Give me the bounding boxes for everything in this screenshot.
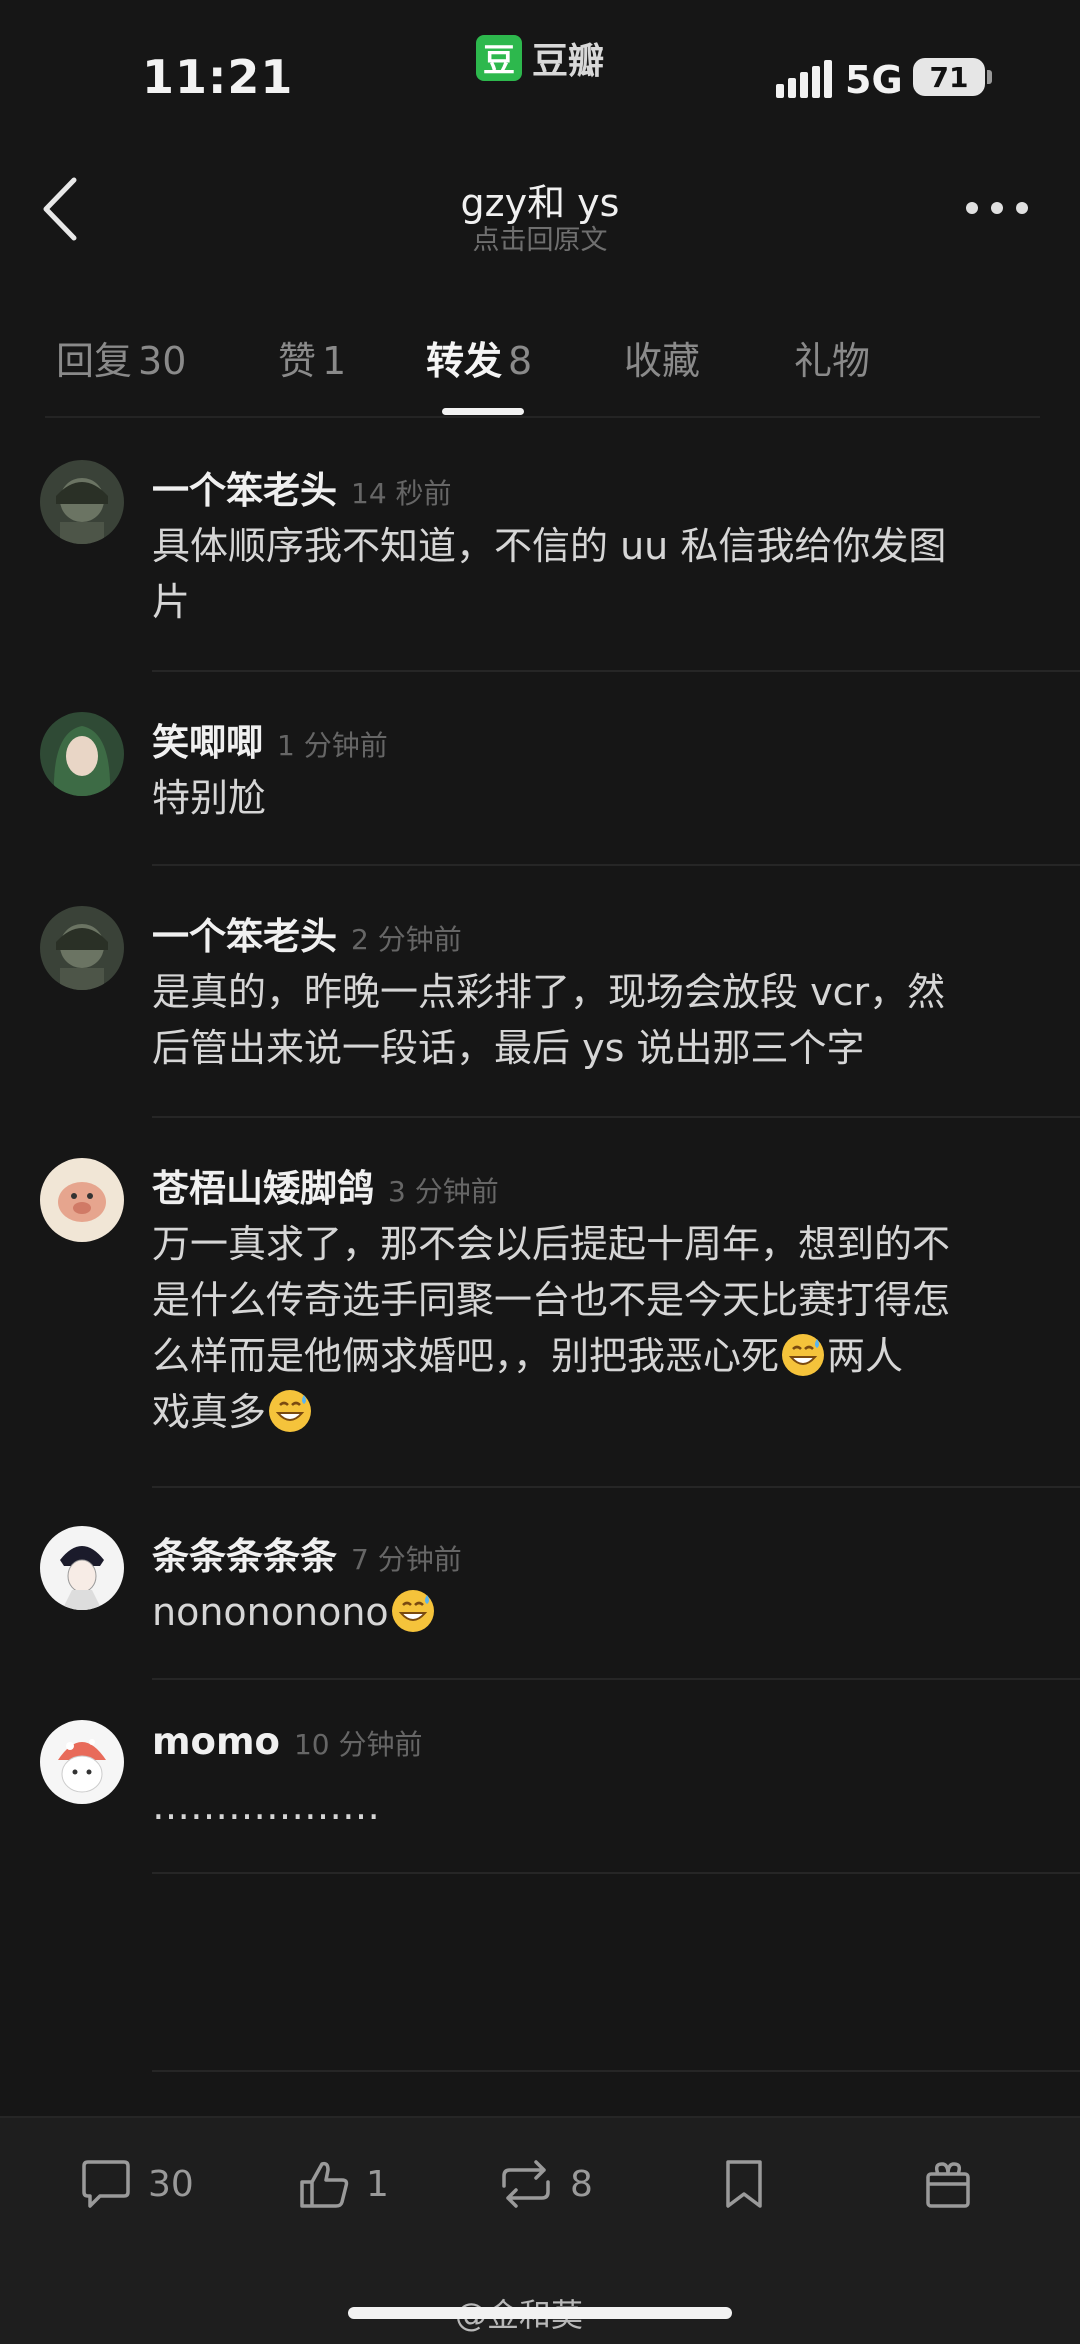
- tab-label: 回复: [56, 339, 133, 383]
- username-text: 一个笨老头: [152, 915, 337, 958]
- comment-line: 具体顺序我不知道，不信的 uu 私信我给你发图: [152, 524, 947, 568]
- comment-text: nonononono: [152, 1584, 1032, 1640]
- gift-button[interactable]: [920, 2152, 976, 2216]
- comment-segment: 戏真多: [152, 1390, 267, 1434]
- comment-time: 10 分钟前: [293, 1728, 423, 1761]
- tab-reposts[interactable]: 转发 8: [426, 330, 532, 385]
- app-badge: 豆 豆瓣: [476, 32, 604, 84]
- sweat-smile-emoji: [782, 1334, 825, 1376]
- comment-segment: 两人: [827, 1334, 904, 1378]
- divider: [152, 2070, 1080, 2072]
- comment-line: nonononono: [152, 1584, 1032, 1640]
- comment-segment: 么样而是他俩求婚吧，，别把我恶心死: [152, 1334, 780, 1378]
- avatar[interactable]: [40, 460, 124, 544]
- comment-line: 么样而是他俩求婚吧，，别把我恶心死 两人: [152, 1328, 1032, 1384]
- status-time: 11:21: [142, 50, 294, 104]
- back-to-original-link[interactable]: 点击回原文: [340, 218, 740, 257]
- comment-text: 特别尬: [152, 770, 1032, 826]
- douban-logo-icon: 豆: [476, 35, 522, 81]
- tab-gifts[interactable]: 礼物: [794, 330, 870, 385]
- username-text: 苍梧山矮脚鸽: [152, 1167, 374, 1210]
- comment-username[interactable]: 条条条条条 7 分钟前: [152, 1526, 462, 1580]
- comment-line: 片: [152, 580, 191, 624]
- comment-time: 3 分钟前: [388, 1175, 499, 1208]
- repost-button[interactable]: 8: [496, 2152, 593, 2216]
- divider: [152, 670, 1080, 672]
- tab-likes[interactable]: 赞1: [278, 330, 346, 385]
- avatar[interactable]: [40, 1526, 124, 1610]
- divider: [152, 1486, 1080, 1488]
- tab-favorites[interactable]: 收藏: [624, 330, 700, 385]
- tab-count: 1: [322, 339, 347, 383]
- divider: [152, 1678, 1080, 1680]
- comment-text: ………………: [152, 1778, 1032, 1834]
- signal-icon: [776, 60, 832, 98]
- tab-label: 转发: [426, 339, 503, 383]
- avatar[interactable]: [40, 712, 124, 796]
- like-button[interactable]: 1: [296, 2152, 389, 2216]
- username-text: 笑唧唧: [152, 721, 263, 764]
- comment-line: 万一真求了，那不会以后提起十周年，想到的不: [152, 1222, 951, 1266]
- divider: [152, 1872, 1080, 1874]
- more-dots-icon[interactable]: [966, 198, 1028, 218]
- sweat-smile-emoji: [391, 1590, 434, 1632]
- avatar[interactable]: [40, 1158, 124, 1242]
- app-name: 豆瓣: [532, 41, 605, 82]
- comment-time: 7 分钟前: [351, 1543, 462, 1576]
- comment-segment: nonononono: [152, 1590, 389, 1634]
- avatar[interactable]: [40, 906, 124, 990]
- comment-line: 戏真多: [152, 1384, 1032, 1440]
- bookmark-icon: [726, 2160, 762, 2208]
- gift-icon: [926, 2162, 970, 2208]
- comment-line: 后管出来说一段话，最后 ys 说出那三个字: [152, 1026, 865, 1070]
- comment-line: 特别尬: [152, 776, 267, 820]
- username-text: 条条条条条: [152, 1535, 337, 1578]
- comment-text: 万一真求了，那不会以后提起十周年，想到的不 是什么传奇选手同聚一台也不是今天比赛…: [152, 1216, 1032, 1440]
- comment-username[interactable]: momo 10 分钟前: [152, 1720, 422, 1763]
- repost-icon: [502, 2160, 550, 2208]
- comment-username[interactable]: 一个笨老头 14 秒前: [152, 460, 452, 514]
- comment-text: 是真的，昨晚一点彩排了，现场会放段 vcr，然 后管出来说一段话，最后 ys 说…: [152, 964, 1032, 1076]
- username-text: 一个笨老头: [152, 469, 337, 512]
- back-arrow-icon[interactable]: [40, 176, 80, 242]
- network-type: 5G: [845, 58, 903, 102]
- active-tab-indicator: [442, 408, 524, 415]
- tab-count: 30: [138, 339, 187, 383]
- battery-tip: [987, 70, 992, 84]
- tab-label: 礼物: [794, 339, 871, 383]
- tab-count: 8: [508, 339, 533, 383]
- comment-time: 2 分钟前: [351, 923, 462, 956]
- battery-icon: 71: [913, 58, 985, 96]
- comment-line: ………………: [152, 1784, 380, 1828]
- reply-button[interactable]: 30: [78, 2152, 194, 2216]
- like-count: 1: [366, 2163, 389, 2205]
- username-text: momo: [152, 1720, 280, 1763]
- comment-icon: [82, 2160, 130, 2208]
- bookmark-button[interactable]: [716, 2152, 772, 2216]
- comment-username[interactable]: 苍梧山矮脚鸽 3 分钟前: [152, 1158, 499, 1212]
- tab-label: 收藏: [624, 339, 701, 383]
- tab-replies[interactable]: 回复 30: [56, 330, 186, 385]
- comment-username[interactable]: 一个笨老头 2 分钟前: [152, 906, 462, 960]
- divider: [45, 416, 1040, 418]
- comment-time: 14 秒前: [351, 477, 452, 510]
- divider: [152, 864, 1080, 866]
- comment-username[interactable]: 笑唧唧 1 分钟前: [152, 712, 388, 766]
- sweat-smile-emoji: [269, 1390, 312, 1432]
- comment-time: 1 分钟前: [277, 729, 388, 762]
- divider: [152, 1116, 1080, 1118]
- comment-line: 是什么传奇选手同聚一台也不是今天比赛打得怎: [152, 1278, 951, 1322]
- comment-line: 是真的，昨晚一点彩排了，现场会放段 vcr，然: [152, 970, 946, 1014]
- comment-text: 具体顺序我不知道，不信的 uu 私信我给你发图 片: [152, 518, 1032, 630]
- like-icon: [300, 2161, 349, 2208]
- avatar[interactable]: [40, 1720, 124, 1804]
- home-indicator[interactable]: [348, 2307, 732, 2319]
- repost-count: 8: [570, 2163, 593, 2205]
- tab-label: 赞: [278, 339, 317, 383]
- reply-count: 30: [148, 2163, 194, 2205]
